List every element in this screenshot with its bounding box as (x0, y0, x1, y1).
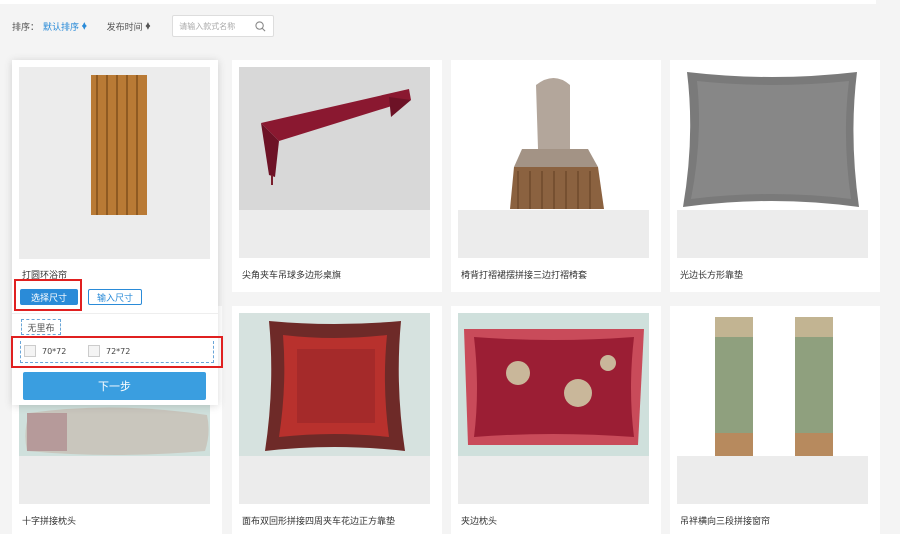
product-image (677, 67, 868, 210)
sort-time-option[interactable]: 发布时间 ▲ ▼ (107, 20, 151, 33)
size-checkbox[interactable] (24, 345, 36, 357)
highlight-frame (14, 279, 82, 311)
product-name: 光边长方形靠垫 (680, 271, 744, 281)
product-image (458, 67, 649, 210)
image-footer (239, 456, 430, 504)
product-name: 面布双回形拼接四周夹车花边正方靠垫 (242, 517, 396, 527)
product-card[interactable]: 椅背打褶裙摆拼接三边打褶椅套 (451, 60, 661, 292)
image-footer (677, 456, 868, 504)
sort-time-label: 发布时间 (106, 22, 143, 33)
product-name: 夹边枕头 (461, 517, 498, 527)
product-image (19, 67, 210, 259)
image-footer (239, 210, 430, 258)
sort-bar: 排序： 默认排序 ▲ ▼ 发布时间 ▲ ▼ (12, 14, 275, 38)
search-input[interactable] (179, 21, 256, 31)
next-step-button[interactable]: 下一步 (23, 372, 206, 400)
image-footer (677, 210, 868, 258)
input-size-button[interactable]: 输入尺寸 (88, 289, 142, 305)
product-image (458, 313, 649, 456)
size-option-label: 70*72 (42, 346, 67, 356)
size-option-label: 72*72 (106, 346, 131, 356)
sort-label: 排序： (12, 22, 40, 33)
top-bar (0, 0, 876, 4)
product-card[interactable]: 尖角夹车吊球多边形桌旗 (232, 60, 442, 292)
search-box (172, 15, 275, 37)
size-select-popup: 打圆环浴帘 选择尺寸 输入尺寸 无里布 70*72 72*72 下一步 (11, 60, 223, 405)
image-footer (458, 456, 649, 504)
product-name: 椅背打褶裙摆拼接三边打褶椅套 (461, 271, 588, 281)
product-image (239, 313, 430, 456)
size-option[interactable]: 72*72 (88, 345, 130, 357)
product-card[interactable]: 夹边枕头 (451, 306, 661, 534)
image-footer (458, 210, 649, 258)
product-card[interactable]: 吊袢横向三段拼接窗帘 (670, 306, 880, 534)
product-image (677, 313, 868, 456)
product-card[interactable]: 面布双回形拼接四周夹车花边正方靠垫 (232, 306, 442, 534)
product-name: 吊袢横向三段拼接窗帘 (680, 517, 771, 527)
image-footer (19, 456, 210, 504)
product-card[interactable]: 光边长方形靠垫 (670, 60, 880, 292)
size-checkbox[interactable] (88, 345, 100, 357)
sort-default-label: 默认排序 (43, 22, 80, 33)
lining-tag[interactable]: 无里布 (21, 319, 61, 335)
product-image (239, 67, 430, 210)
sort-arrows-icon: ▲ ▼ (145, 21, 151, 31)
divider (12, 313, 218, 314)
sort-arrows-icon: ▲ ▼ (82, 21, 87, 31)
search-icon[interactable] (255, 20, 266, 32)
sort-default-option[interactable]: 默认排序 ▲ ▼ (43, 20, 87, 33)
product-name: 十字拼接枕头 (22, 517, 77, 527)
size-option[interactable]: 70*72 (24, 345, 66, 357)
product-name: 尖角夹车吊球多边形桌旗 (242, 271, 342, 281)
